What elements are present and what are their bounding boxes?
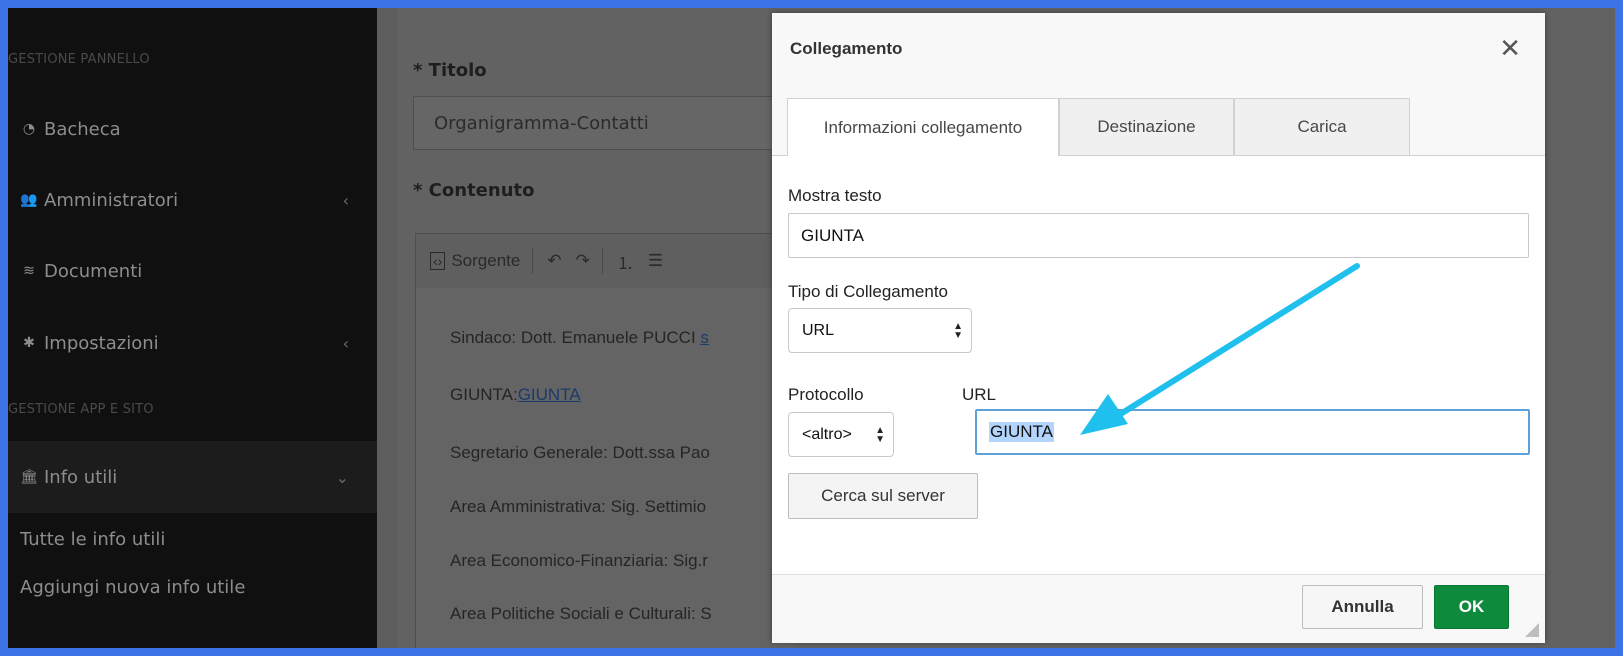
close-icon[interactable]: ✕ (1499, 33, 1521, 64)
editor-line: Area Politiche Sociali e Culturali: S (450, 604, 712, 623)
dialog-header: Collegamento ✕ (772, 13, 1545, 89)
editor-line: Sindaco: Dott. Emanuele PUCCI s (450, 328, 709, 348)
ok-button[interactable]: OK (1434, 585, 1509, 629)
resize-grip-icon[interactable] (1525, 623, 1539, 637)
source-icon: ‹› (430, 252, 446, 270)
dialog-title: Collegamento (790, 39, 903, 58)
editor-line: Area Amministrativa: Sig. Settimio (450, 497, 707, 516)
bulleted-list-icon[interactable]: ☰ (648, 251, 663, 271)
link-type-select[interactable]: URL ▲ ▼ (788, 308, 972, 353)
sidebar-subitem-tutte[interactable]: Tutte le info utili (20, 529, 165, 550)
display-text-label: Mostra testo (788, 186, 882, 205)
link-type-value: URL (802, 321, 835, 339)
cancel-button[interactable]: Annulla (1302, 585, 1423, 629)
url-input[interactable]: GIUNTA (975, 409, 1530, 455)
redo-icon[interactable]: ↷ (576, 251, 590, 271)
source-button[interactable]: ‹› Sorgente (430, 251, 520, 271)
editor-content[interactable]: Sindaco: Dott. Emanuele PUCCI s GIUNTA:G… (415, 288, 796, 648)
sidebar-item-label: Impostazioni (44, 332, 159, 354)
display-text-input[interactable]: GIUNTA (788, 213, 1529, 258)
protocol-value: <altro> (802, 425, 852, 443)
sidebar-item-label: Documenti (44, 260, 143, 282)
editor-link[interactable]: s (700, 328, 709, 347)
title-label: * Titolo (413, 60, 487, 81)
editor-line-text: Sindaco: Dott. Emanuele PUCCI (450, 328, 696, 347)
editor-line-text: GIUNTA: (450, 385, 518, 404)
sidebar-item-label: Amministratori (44, 189, 179, 211)
editor-line: Segretario Generale: Dott.ssa Pao (450, 443, 710, 462)
screenshot-frame: GESTIONE PANNELLO ◔ Bacheca 👥 Amministra… (8, 8, 1615, 648)
gear-icon: ✱ (23, 335, 35, 351)
institution-icon: 🏛 (20, 469, 38, 485)
source-button-label: Sorgente (451, 251, 521, 270)
sidebar-section-app: GESTIONE APP E SITO (8, 402, 154, 417)
protocol-label: Protocollo (788, 385, 864, 404)
sidebar-item-impostazioni[interactable]: ✱ Impostazioni ‹ (8, 318, 377, 368)
toolbar-separator (532, 248, 534, 274)
chevron-left-icon: ‹ (342, 333, 349, 353)
dashboard-icon: ◔ (22, 121, 36, 137)
sidebar-item-label: Info utili (44, 466, 118, 488)
giunta-link[interactable]: GIUNTA (518, 385, 581, 404)
sidebar-item-documenti[interactable]: ≋ Documenti (8, 246, 377, 296)
undo-icon[interactable]: ↶ (547, 251, 561, 271)
numbered-list-icon[interactable]: ⒈ (617, 249, 634, 274)
tab-link-info[interactable]: Informazioni collegamento (787, 98, 1059, 156)
sidebar-item-label: Bacheca (44, 118, 121, 140)
layers-icon: ≋ (23, 263, 35, 279)
browse-server-button[interactable]: Cerca sul server (788, 473, 978, 519)
sidebar-item-amministratori[interactable]: 👥 Amministratori ‹ (8, 175, 377, 225)
sidebar-section-panel: GESTIONE PANNELLO (8, 52, 150, 67)
select-arrows-icon: ▲ ▼ (953, 320, 963, 341)
sidebar-item-info-utili[interactable]: 🏛 Info utili ⌄ (8, 441, 377, 513)
content-label: * Contenuto (413, 180, 535, 201)
link-dialog: Collegamento ✕ Informazioni collegamento… (772, 13, 1545, 643)
editor-toolbar: ‹› Sorgente ↶ ↷ ⒈ ☰ (415, 233, 795, 289)
sidebar: GESTIONE PANNELLO ◔ Bacheca 👥 Amministra… (8, 8, 377, 648)
editor-line: Area Economico-Finanziaria: Sig.r (450, 551, 708, 570)
dialog-footer: Annulla OK (772, 574, 1545, 643)
toolbar-separator (601, 248, 603, 274)
url-label: URL (962, 385, 997, 404)
title-input[interactable]: Organigramma-Contatti (413, 96, 813, 150)
tab-upload[interactable]: Carica (1234, 98, 1410, 155)
chevron-down-icon: ⌄ (335, 467, 349, 487)
dialog-tabs: Informazioni collegamento Destinazione C… (772, 88, 1545, 156)
chevron-left-icon: ‹ (342, 190, 349, 210)
link-type-label: Tipo di Collegamento (788, 282, 949, 301)
url-input-selected-text: GIUNTA (989, 422, 1054, 442)
sidebar-item-bacheca[interactable]: ◔ Bacheca (8, 104, 377, 154)
editor-line: GIUNTA:GIUNTA (450, 385, 581, 405)
protocol-select[interactable]: <altro> ▲ ▼ (788, 412, 894, 457)
sidebar-subitem-aggiungi[interactable]: Aggiungi nuova info utile (20, 577, 245, 598)
select-arrows-icon: ▲ ▼ (875, 424, 885, 445)
users-icon: 👥 (20, 192, 38, 208)
tab-target[interactable]: Destinazione (1059, 98, 1234, 155)
dialog-body: Mostra testo GIUNTA Tipo di Collegamento… (772, 156, 1545, 574)
